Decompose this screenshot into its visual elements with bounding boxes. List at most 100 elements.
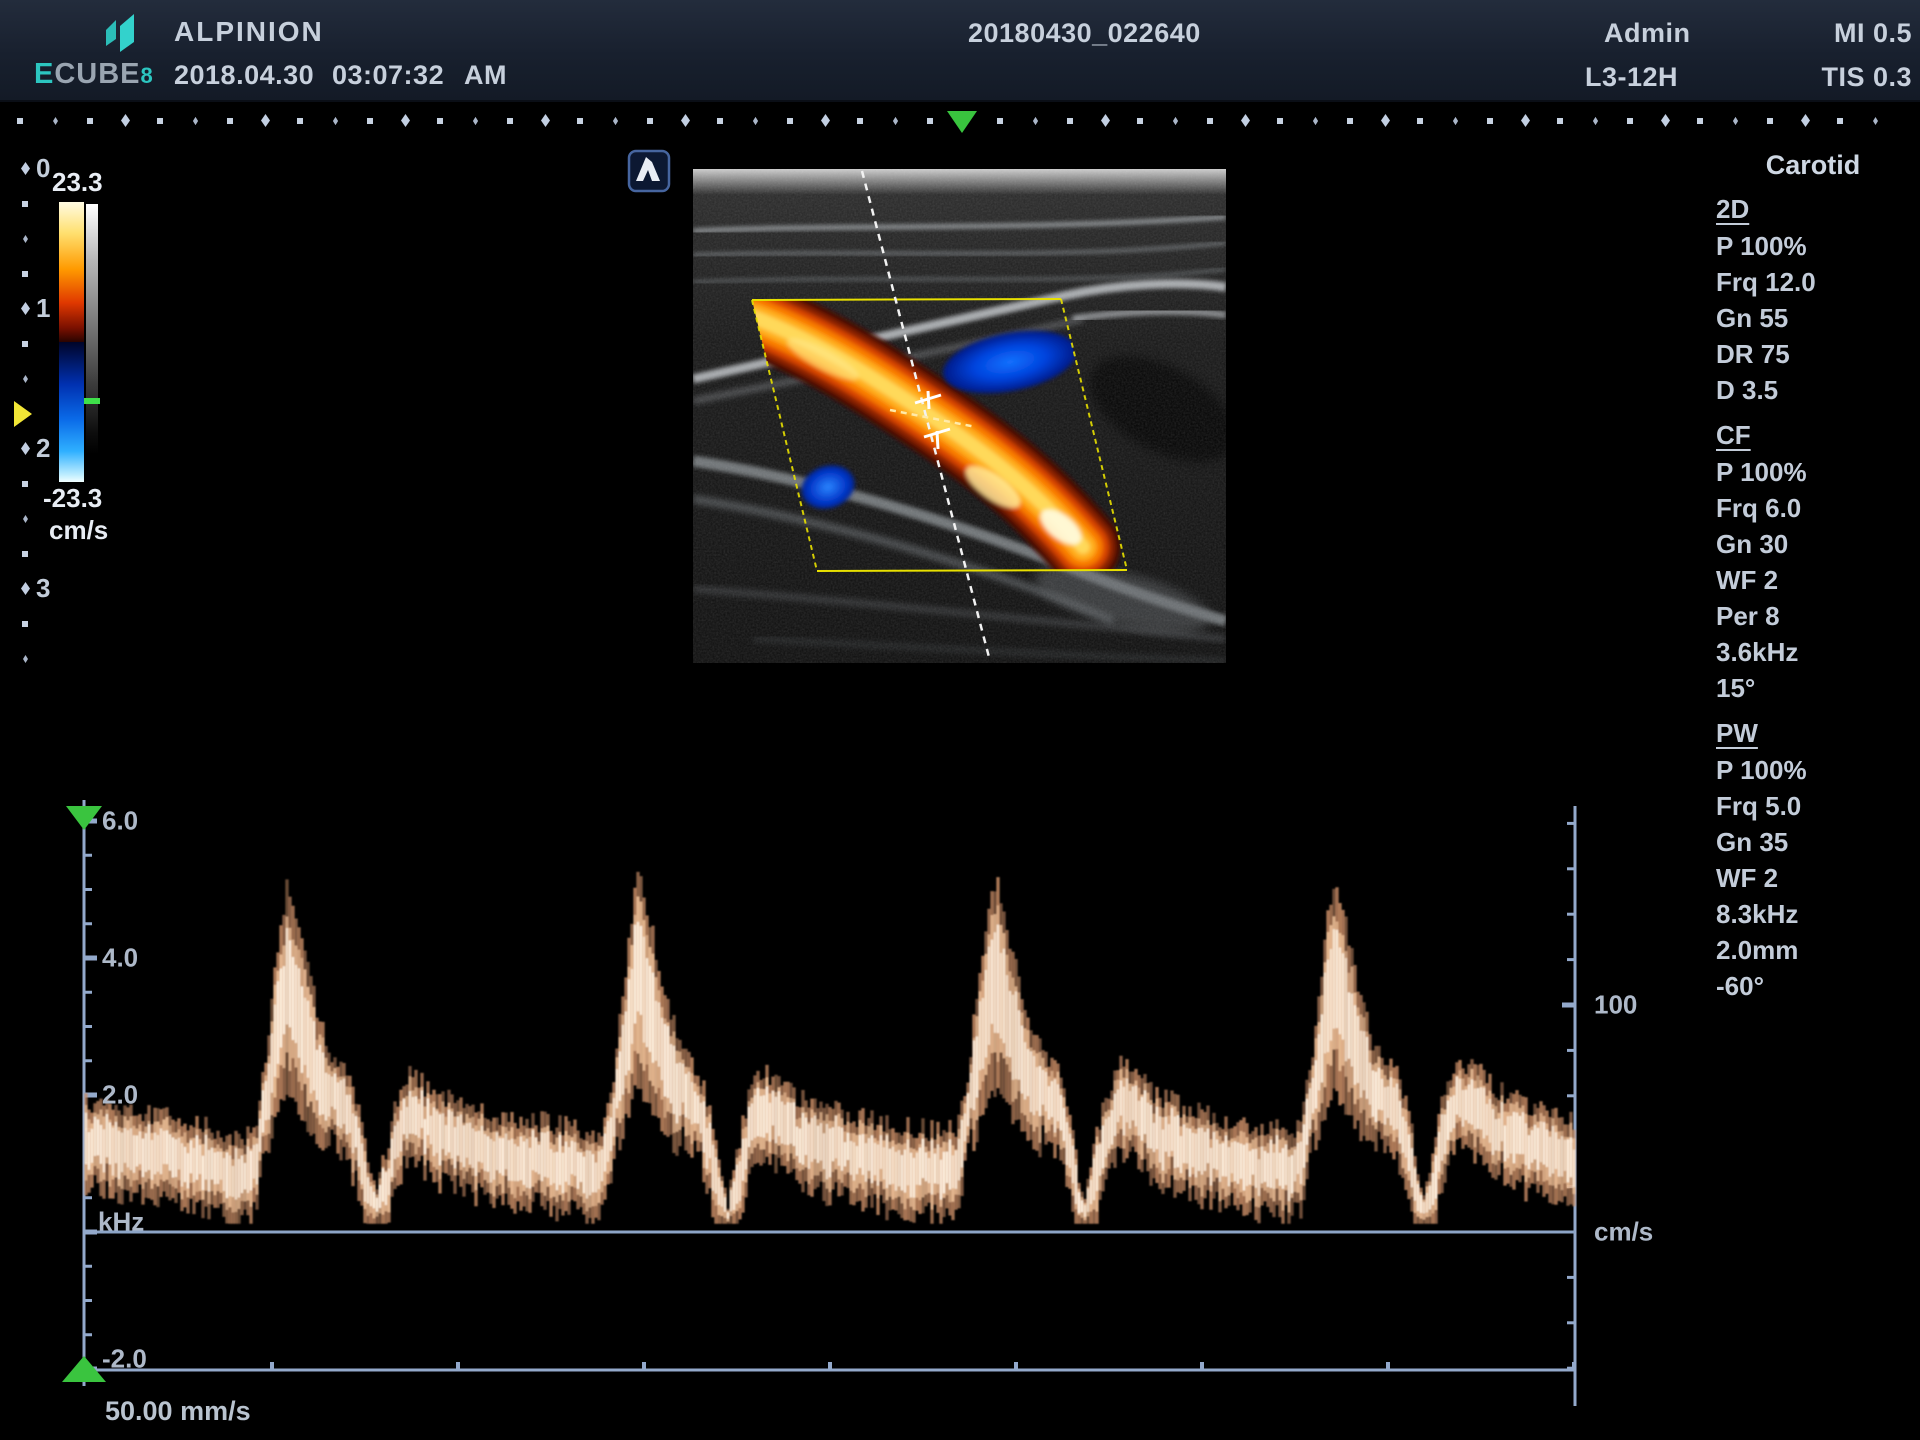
depth-mid-mark (23, 235, 28, 243)
ruler-mid-mark (1593, 117, 1598, 125)
axis-label-60: 6.0 (102, 806, 138, 837)
brand-name: ALPINION (174, 16, 324, 48)
orientation-marker-icon (627, 149, 671, 193)
ruler-mid-mark (613, 117, 618, 125)
ruler-mid-mark (1733, 117, 1738, 125)
parameter-line: -60° (1716, 968, 1910, 1004)
depth-minor-mark (22, 551, 28, 557)
mi-value: MI 0.5 (1834, 18, 1912, 49)
exam-meridiem: AM (464, 60, 507, 91)
logo-cube: CUBE (54, 58, 140, 90)
depth-minor-mark (22, 621, 28, 627)
parameter-line: DR 75 (1716, 336, 1910, 372)
ruler-mid-mark (333, 117, 338, 125)
ruler-minor-mark (507, 118, 513, 124)
ruler-minor-mark (87, 118, 93, 124)
logo-8: 8 (141, 63, 154, 88)
parameter-line: Per 8 (1716, 598, 1910, 634)
ruler-minor-mark (1277, 118, 1283, 124)
logo-e: E (34, 58, 54, 90)
parameter-line: P 100% (1716, 454, 1910, 490)
tis-value: TIS 0.3 (1821, 62, 1912, 93)
parameter-line: WF 2 (1716, 860, 1910, 896)
ruler-major-diamond (681, 114, 690, 127)
parameter-line: Gn 55 (1716, 300, 1910, 336)
ruler-minor-mark (1627, 118, 1633, 124)
exam-time: 03:07:32 (332, 60, 444, 91)
colorbar-cool-half (59, 342, 84, 482)
grayscale-marker (84, 398, 100, 404)
ruler-minor-mark (227, 118, 233, 124)
parameter-sections: 2DP 100%Frq 12.0Gn 55DR 75D 3.5CFP 100%F… (1716, 191, 1910, 1004)
sweep-marker-bottom (62, 1356, 106, 1382)
ruler-minor-mark (997, 118, 1003, 124)
depth-minor-mark (22, 201, 28, 207)
probe-name: L3-12H (1585, 62, 1678, 93)
parameter-line: Frq 6.0 (1716, 490, 1910, 526)
ruler-minor-mark (297, 118, 303, 124)
parameter-line: 8.3kHz (1716, 896, 1910, 932)
depth-minor-mark (22, 341, 28, 347)
ruler-major-diamond (1801, 114, 1810, 127)
ruler-minor-mark (437, 118, 443, 124)
ruler-minor-mark (1767, 118, 1773, 124)
ruler-minor-mark (1347, 118, 1353, 124)
operator-name: Admin (1604, 18, 1691, 49)
ruler-major-diamond (1101, 114, 1110, 127)
ruler-minor-mark (1417, 118, 1423, 124)
ruler-mid-mark (1313, 117, 1318, 125)
depth-label: 3 (36, 573, 50, 604)
ruler-mid-mark (1453, 117, 1458, 125)
parameter-line: Gn 35 (1716, 824, 1910, 860)
ruler-mid-mark (1173, 117, 1178, 125)
ruler-minor-mark (1697, 118, 1703, 124)
depth-mid-mark (23, 655, 28, 663)
doppler-spectral-trace (86, 872, 1574, 1224)
bmode-image (693, 169, 1226, 663)
depth-major-diamond (21, 162, 30, 175)
depth-mid-mark (23, 375, 28, 383)
ultrasound-screen: ECUBE8 ALPINION 2018.04.30 03:07:32 AM 2… (0, 0, 1920, 1440)
ruler-mid-mark (753, 117, 758, 125)
color-scale-unit: cm/s (49, 515, 108, 546)
ruler-minor-mark (787, 118, 793, 124)
ruler-major-diamond (1521, 114, 1530, 127)
ruler-major-diamond (1241, 114, 1250, 127)
colorbar-warm-half (59, 202, 84, 342)
ruler-minor-mark (1207, 118, 1213, 124)
sweep-marker-top (66, 806, 102, 830)
ruler-mid-mark (1873, 117, 1878, 125)
ruler-mid-mark (473, 117, 478, 125)
ruler-minor-mark (577, 118, 583, 124)
ruler-minor-mark (367, 118, 373, 124)
depth-minor-mark (22, 271, 28, 277)
ruler-minor-mark (927, 118, 933, 124)
ruler-major-diamond (821, 114, 830, 127)
ruler-minor-mark (1067, 118, 1073, 124)
ruler-major-diamond (401, 114, 410, 127)
depth-label: 2 (36, 433, 50, 464)
ruler-mid-mark (893, 117, 898, 125)
ruler-minor-mark (1487, 118, 1493, 124)
color-doppler-scalebar (59, 202, 84, 482)
ruler-mid-mark (1033, 117, 1038, 125)
depth-label: 1 (36, 293, 50, 324)
ruler-minor-mark (1837, 118, 1843, 124)
section-title-2d: 2D (1716, 191, 1910, 228)
preset-title: Carotid (1716, 150, 1910, 181)
parameter-line: D 3.5 (1716, 372, 1910, 408)
parameter-line: Frq 12.0 (1716, 264, 1910, 300)
color-scale-min: -23.3 (43, 483, 102, 514)
color-scale-max: 23.3 (52, 167, 103, 198)
ruler-major-diamond (1661, 114, 1670, 127)
parameter-line: Gn 30 (1716, 526, 1910, 562)
depth-label: 0 (36, 153, 50, 184)
parameter-line: 3.6kHz (1716, 634, 1910, 670)
ruler-minor-mark (17, 118, 23, 124)
focus-depth-marker (14, 401, 32, 427)
ruler-minor-mark (157, 118, 163, 124)
sweep-speed-label: 50.00 mm/s (105, 1396, 251, 1427)
ruler-minor-mark (647, 118, 653, 124)
ecube-logo: ECUBE8 (30, 6, 180, 98)
ruler-mid-mark (193, 117, 198, 125)
